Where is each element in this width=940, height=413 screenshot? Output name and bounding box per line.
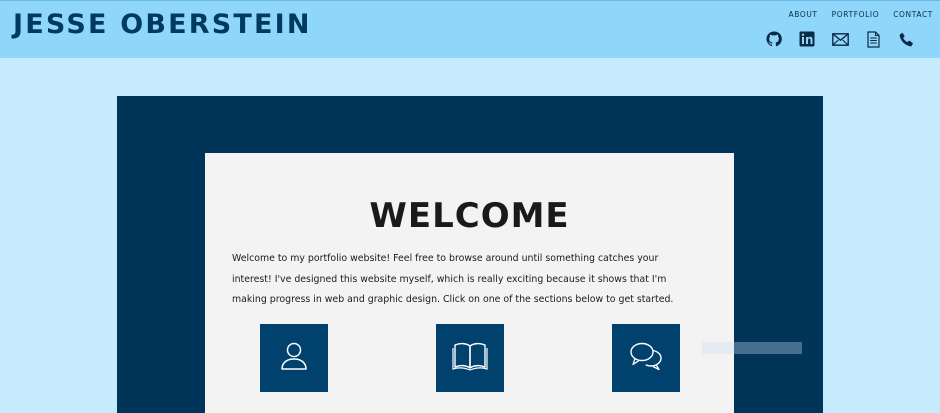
github-icon[interactable]: [765, 30, 783, 48]
chat-bubbles-icon: [629, 341, 663, 375]
phone-icon[interactable]: [897, 30, 915, 48]
welcome-heading: WELCOME: [369, 196, 570, 236]
book-icon: [452, 341, 488, 375]
portfolio-tile[interactable]: [436, 324, 504, 392]
nav-contact-link[interactable]: CONTACT: [893, 10, 933, 19]
intro-text: Welcome to my portfolio website! Feel fr…: [232, 253, 674, 305]
nav-portfolio-link[interactable]: PORTFOLIO: [832, 10, 880, 19]
site-title[interactable]: JESSE OBERSTEIN: [13, 9, 312, 40]
resume-icon[interactable]: [864, 30, 882, 48]
main-nav: ABOUT PORTFOLIO CONTACT: [789, 10, 934, 19]
faint-overlay: [702, 342, 802, 354]
social-links: [760, 30, 940, 50]
email-icon[interactable]: [831, 30, 849, 48]
nav-about-link[interactable]: ABOUT: [789, 10, 818, 19]
about-tile[interactable]: [260, 324, 328, 392]
contact-tile[interactable]: [612, 324, 680, 392]
site-header: JESSE OBERSTEIN ABOUT PORTFOLIO CONTACT: [0, 0, 940, 58]
linkedin-icon[interactable]: [798, 30, 816, 48]
user-icon: [279, 340, 309, 376]
